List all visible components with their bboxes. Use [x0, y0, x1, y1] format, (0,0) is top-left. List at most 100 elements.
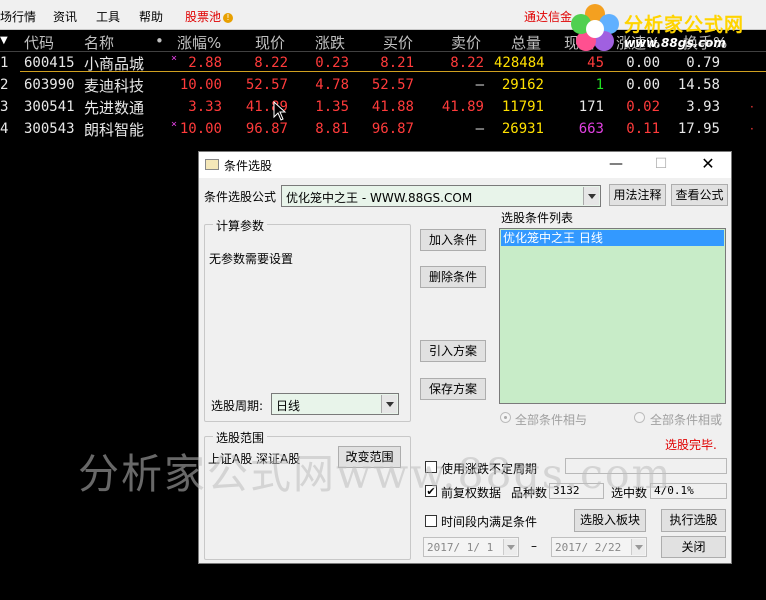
volume: 29162 — [501, 77, 544, 93]
radio-or[interactable] — [634, 412, 645, 423]
bid: 96.87 — [371, 121, 414, 137]
save-scheme-button[interactable]: 保存方案 — [420, 378, 486, 400]
formula-label: 条件选股公式 — [204, 190, 277, 204]
col-price[interactable]: 现价 — [255, 32, 285, 53]
ask: 41.89 — [441, 99, 484, 115]
dialog-titlebar[interactable]: 条件选股 — ☐ ✕ — [199, 152, 731, 178]
menu-news[interactable]: 资讯 — [53, 8, 77, 25]
menu-help[interactable]: 帮助 — [139, 8, 163, 25]
col-change-pct[interactable]: 涨幅% — [177, 32, 221, 53]
condition-select-dialog: 条件选股 — ☐ ✕ 条件选股公式 优化笼中之王 - WWW.88GS.COM … — [198, 151, 732, 564]
row-indicator: · — [750, 100, 754, 114]
start-date-value: 2017/ 1/ 1 — [427, 541, 494, 554]
col-volume[interactable]: 总量 — [511, 32, 541, 53]
table-row[interactable]: 3 300541 先进数通 3.33 41.89 1.35 41.88 41.8… — [0, 96, 766, 118]
minimize-button[interactable]: — — [601, 154, 631, 174]
col-mark[interactable]: • — [155, 32, 164, 50]
irregular-period-field[interactable] — [565, 458, 727, 474]
maximize-button[interactable]: ☐ — [646, 154, 676, 174]
condition-list[interactable]: 优化笼中之王 日线 — [499, 228, 726, 404]
row-index: 2 — [0, 77, 9, 93]
view-formula-button[interactable]: 查看公式 — [671, 184, 728, 206]
bid: 52.57 — [371, 77, 414, 93]
stock-code: 300543 — [24, 121, 75, 137]
range-group: 选股范围 上证A股 深证A股 改变范围 — [204, 429, 411, 560]
list-item[interactable]: 优化笼中之王 日线 — [501, 230, 724, 246]
selected-label: 选中数 — [611, 486, 648, 500]
chevron-down-icon[interactable] — [583, 187, 599, 205]
ask: 8.22 — [450, 55, 484, 71]
dialog-title: 条件选股 — [224, 159, 273, 173]
chevron-down-icon[interactable] — [631, 539, 645, 555]
range-text: 上证A股 深证A股 — [208, 452, 301, 466]
menu-stock-pool[interactable]: 股票池! — [185, 8, 234, 25]
range-group-title: 选股范围 — [213, 429, 268, 446]
radio-and-label: 全部条件相与 — [515, 413, 588, 427]
chevron-down-icon[interactable] — [381, 395, 397, 413]
status-text: 选股完毕. — [665, 438, 717, 452]
chevron-down-icon[interactable] — [503, 539, 517, 555]
pool-info-icon: ! — [223, 13, 234, 23]
radio-and[interactable] — [500, 412, 511, 423]
ask: — — [475, 77, 484, 93]
change-pct: 10.00 — [179, 121, 222, 137]
menu-market[interactable]: 场行情 — [0, 8, 36, 25]
selected-value: 4/0.1% — [650, 483, 727, 499]
condition-list-label: 选股条件列表 — [501, 211, 574, 225]
table-row[interactable]: 2 603990 麦迪科技 10.00 52.57 4.78 52.57 — 2… — [0, 74, 766, 96]
speed: 0.11 — [626, 121, 660, 137]
execute-select-button[interactable]: 执行选股 — [661, 509, 726, 532]
delete-condition-button[interactable]: 删除条件 — [420, 266, 486, 288]
forward-adjust-checkbox[interactable]: ✔ — [425, 485, 437, 497]
time-range-checkbox[interactable] — [425, 515, 437, 527]
stock-code: 300541 — [24, 99, 75, 115]
change-range-button[interactable]: 改变范围 — [338, 446, 401, 468]
volume: 26931 — [501, 121, 544, 137]
flower-logo-icon — [571, 4, 619, 51]
forward-adjust-label: 前复权数据 — [441, 486, 502, 500]
irregular-period-checkbox[interactable] — [425, 461, 437, 473]
price: 96.87 — [245, 121, 288, 137]
logo-url: www.88gs.com — [624, 36, 726, 50]
end-date-picker[interactable]: 2017/ 2/22 — [551, 537, 647, 557]
stock-name: 麦迪科技 — [84, 77, 145, 95]
import-scheme-button[interactable]: 引入方案 — [420, 340, 486, 362]
bid: 41.88 — [371, 99, 414, 115]
change: 4.78 — [315, 77, 349, 93]
start-date-picker[interactable]: 2017/ 1/ 1 — [423, 537, 519, 557]
mouse-cursor-icon — [273, 101, 287, 121]
mark-x: × — [171, 119, 178, 130]
col-ask[interactable]: 卖价 — [451, 32, 481, 53]
close-icon[interactable]: ✕ — [693, 154, 723, 174]
period-select[interactable]: 日线 — [271, 393, 399, 415]
row-indicator: · — [750, 122, 754, 136]
sort-arrow-icon[interactable]: ▼ — [0, 35, 8, 46]
ask: — — [475, 121, 484, 137]
close-button[interactable]: 关闭 — [661, 536, 726, 558]
irregular-period-label: 使用涨跌不定周期 — [441, 462, 538, 476]
add-condition-button[interactable]: 加入条件 — [420, 229, 486, 251]
stock-name: 朗科智能 — [84, 121, 145, 139]
change-pct: 10.00 — [179, 77, 222, 93]
usage-notes-button[interactable]: 用法注释 — [609, 184, 666, 206]
logo-text: 分析家公式网 — [624, 14, 745, 36]
current-volume: 1 — [595, 77, 604, 93]
time-range-label: 时间段内满足条件 — [441, 515, 538, 529]
count-label: 品种数 — [511, 486, 548, 500]
col-bid[interactable]: 买价 — [383, 32, 413, 53]
col-change[interactable]: 涨跌 — [315, 32, 345, 53]
current-volume: 663 — [578, 121, 604, 137]
add-to-block-button[interactable]: 选股入板块 — [574, 509, 646, 532]
price: 8.22 — [254, 55, 288, 71]
volume: 11791 — [501, 99, 544, 115]
row-index: 3 — [0, 99, 9, 115]
turnover: 17.95 — [677, 121, 720, 137]
change-pct: 3.33 — [188, 99, 222, 115]
tdx-link[interactable]: 通达信金 — [524, 8, 572, 25]
col-code[interactable]: 代码 — [24, 32, 54, 53]
formula-select[interactable]: 优化笼中之王 - WWW.88GS.COM — [281, 185, 601, 207]
table-row[interactable]: 4 300543 朗科智能 × 10.00 96.87 8.81 96.87 —… — [0, 118, 766, 140]
col-name[interactable]: 名称 — [84, 32, 114, 53]
formula-value: 优化笼中之王 - WWW.88GS.COM — [286, 191, 473, 205]
menu-tools[interactable]: 工具 — [96, 8, 120, 25]
